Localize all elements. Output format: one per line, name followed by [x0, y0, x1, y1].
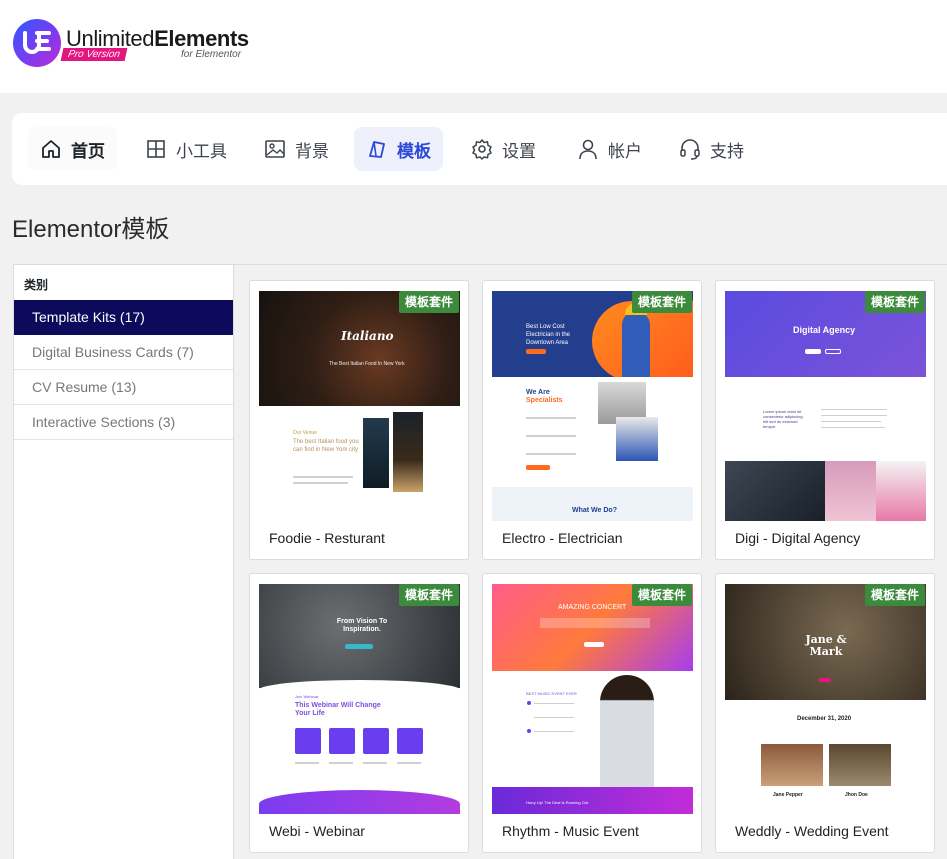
category-sidebar: 类别 Template Kits (17) Digital Business C… [13, 264, 234, 859]
preview-hero-text: Jane & Mark [805, 633, 847, 658]
preview-label-text: BEST MUSIC EVENT EVER [526, 691, 577, 696]
unlimited-elements-logo-icon [13, 19, 61, 67]
template-title: Foodie - Resturant [269, 530, 385, 546]
template-title: Webi - Webinar [269, 823, 365, 839]
template-preview-image: Digital Agency Lorem ipsum dolor sit con… [725, 291, 926, 521]
template-card-electro[interactable]: Best Low Cost Electrician in the Downtow… [482, 280, 702, 560]
preview-sub-text: The Best Italian Food In New York [329, 361, 405, 367]
preview-hero-text: From Vision To Inspiration. [336, 618, 388, 633]
preview-hero-text: Italiano [341, 329, 394, 343]
nav-support-label: 支持 [710, 141, 744, 161]
preview-heading-text: This Webinar Will Change Your Life [295, 702, 381, 717]
preview-heading-text: Specialists [526, 397, 563, 404]
template-preview-image: Italiano The Best Italian Food In New Yo… [259, 291, 460, 521]
pro-version-badge: Pro Version [60, 48, 128, 61]
nav-backgrounds[interactable]: 背景 [252, 127, 341, 171]
nav-backgrounds-label: 背景 [295, 141, 329, 161]
template-card-foodie[interactable]: Italiano The Best Italian Food In New Yo… [249, 280, 469, 560]
top-bar: UnlimitedElements Pro Version for Elemen… [0, 0, 947, 93]
preview-label-text: We Are [526, 389, 550, 396]
nav-support[interactable]: 支持 [667, 127, 756, 171]
nav-home[interactable]: 首页 [28, 127, 117, 171]
template-card-rhythm[interactable]: AMAZING CONCERT BEST MUSIC EVENT EVER Hu… [482, 573, 702, 853]
page-title: Elementor模板 [12, 216, 170, 243]
template-title: Weddly - Wedding Event [735, 823, 889, 839]
gear-icon [472, 139, 492, 160]
preview-hero-text: AMAZING CONCERT [558, 604, 627, 611]
template-preview-image: AMAZING CONCERT BEST MUSIC EVENT EVER Hu… [492, 584, 693, 814]
template-title: Rhythm - Music Event [502, 823, 639, 839]
nav-templates-label: 模板 [397, 141, 431, 161]
preview-person2-text: Jhon Doe [845, 792, 868, 798]
preview-date-text: December 31, 2020 [797, 716, 852, 722]
category-interactive-sections[interactable]: Interactive Sections (3) [14, 405, 233, 440]
template-preview-image: Best Low Cost Electrician in the Downtow… [492, 291, 693, 521]
nav-widgets-label: 小工具 [176, 141, 227, 161]
user-icon [579, 139, 597, 160]
preview-hero-text: Digital Agency [793, 325, 856, 335]
nav-settings-label: 设置 [502, 141, 536, 161]
nav-account[interactable]: 帐户 [565, 127, 654, 171]
template-kit-badge: 模板套件 [864, 291, 925, 313]
preview-footer-text: What We Do? [572, 507, 617, 514]
template-kit-badge: 模板套件 [631, 291, 692, 313]
preview-heading-text: The best Italian food you can find in Ne… [293, 439, 359, 453]
template-kit-badge: 模板套件 [631, 584, 692, 606]
category-heading: 类别 [24, 278, 49, 292]
nav-account-label: 帐户 [608, 141, 642, 161]
preview-hero-text: Best Low Cost Electrician in the Downtow… [526, 324, 571, 346]
template-kit-badge: 模板套件 [398, 291, 459, 313]
main-nav: 首页 小工具 背景 模板 设置 帐户 支持 [12, 113, 947, 185]
nav-home-label: 首页 [71, 141, 105, 161]
template-card-digi[interactable]: Digital Agency Lorem ipsum dolor sit con… [715, 280, 935, 560]
template-grid: Italiano The Best Italian Food In New Yo… [234, 264, 947, 859]
home-icon [42, 140, 60, 158]
template-kit-badge: 模板套件 [398, 584, 459, 606]
template-icon [369, 141, 385, 158]
category-template-kits[interactable]: Template Kits (17) [14, 300, 233, 335]
template-preview-image: Jane & Mark December 31, 2020 Jane Peppe… [725, 584, 926, 814]
for-elementor-label: for Elementor [181, 49, 242, 60]
preview-person1-text: Jane Pepper [773, 792, 803, 798]
preview-heading-text: Lorem ipsum dolor sit consectetur adipis… [763, 409, 803, 429]
template-card-webi[interactable]: From Vision To Inspiration. Join Webinar… [249, 573, 469, 853]
category-digital-business-cards[interactable]: Digital Business Cards (7) [14, 335, 233, 370]
nav-widgets[interactable]: 小工具 [133, 127, 239, 171]
category-cv-resume[interactable]: CV Resume (13) [14, 370, 233, 405]
preview-footer-text: Hurry Up! The Deal Is Running Out [526, 800, 589, 805]
nav-templates[interactable]: 模板 [354, 127, 443, 171]
nav-settings[interactable]: 设置 [459, 127, 548, 171]
template-kit-badge: 模板套件 [864, 584, 925, 606]
template-title: Electro - Electrician [502, 530, 623, 546]
brand-name-bold: Elements [154, 26, 249, 51]
headset-icon [680, 139, 700, 160]
template-card-weddly[interactable]: Jane & Mark December 31, 2020 Jane Peppe… [715, 573, 935, 853]
widgets-grid-icon [147, 140, 165, 158]
preview-label-text: Our Venue [293, 430, 317, 436]
image-icon [265, 140, 285, 158]
template-preview-image: From Vision To Inspiration. Join Webinar… [259, 584, 460, 814]
preview-label-text: Join Webinar [295, 694, 319, 699]
template-title: Digi - Digital Agency [735, 530, 861, 546]
